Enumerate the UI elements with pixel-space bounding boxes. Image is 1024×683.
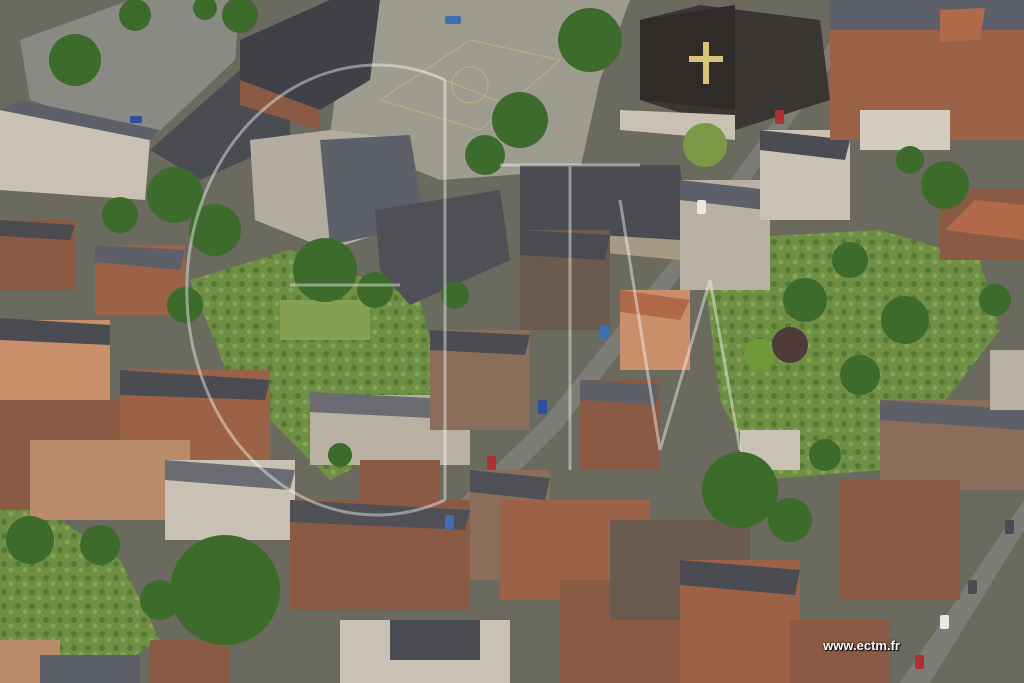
aerial-photo	[0, 0, 1024, 683]
photo-credit: www.ectm.fr	[823, 638, 900, 653]
lawn	[280, 300, 370, 340]
